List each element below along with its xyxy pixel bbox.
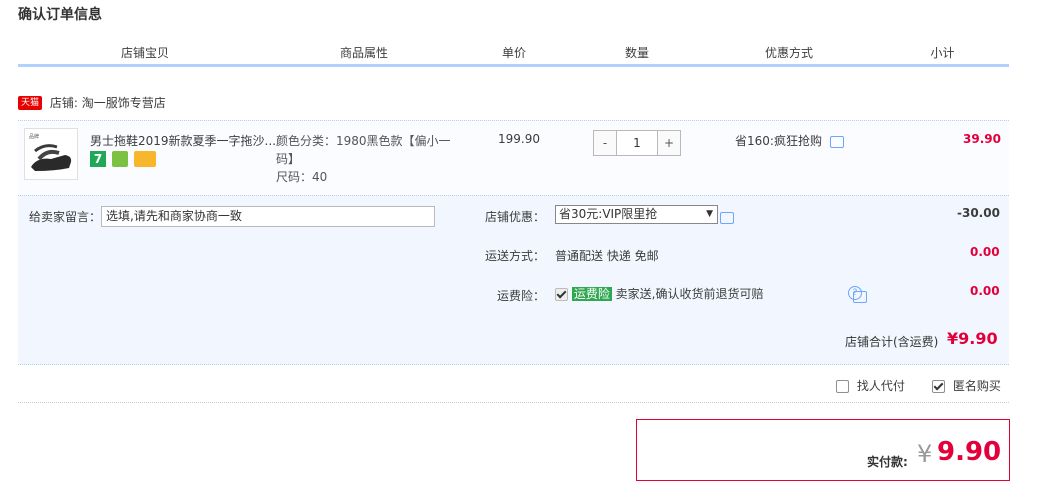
column-header-attrs: 商品属性 xyxy=(339,46,388,60)
proxy-pay-checkbox[interactable] xyxy=(836,380,849,393)
message-label: 给卖家留言： xyxy=(29,210,102,224)
credit-card-icon[interactable] xyxy=(133,151,156,167)
proxy-pay-label: 找人代付 xyxy=(856,379,905,393)
svg-text:品牌: 品牌 xyxy=(29,133,39,140)
chat-icon[interactable] xyxy=(829,135,844,148)
insurance-desc: 卖家送,确认收货前退货可赔 xyxy=(615,287,764,301)
insurance-tag: 运费险 xyxy=(571,287,612,301)
sandal-image-icon: 品牌 xyxy=(29,133,72,171)
shop-total-label: 店铺合计(含运费) xyxy=(845,335,939,349)
payment-amount: 9.90 xyxy=(937,437,1002,467)
anonymous-option[interactable]: 匿名购买 xyxy=(932,377,1001,394)
column-header-discount: 优惠方式 xyxy=(764,46,813,60)
service-badges: 7 xyxy=(90,151,158,167)
item-subtotal: 39.90 xyxy=(963,132,1001,146)
attr-size: 尺码：40 xyxy=(276,170,328,184)
attr-color-cont: 码】 xyxy=(276,152,301,166)
item-title-link[interactable]: 男士拖鞋2019新款夏季一字拖沙... xyxy=(90,132,276,149)
shop-discount-value: 省30元:VIP限里抢 xyxy=(559,207,658,221)
payment-summary-box: 实付款: ¥ 9.90 xyxy=(636,419,1010,481)
shop-total-amount: ¥9.90 xyxy=(947,329,998,348)
seven-day-return-icon[interactable]: 7 xyxy=(90,151,106,167)
chat-icon[interactable] xyxy=(720,211,734,224)
shipping-amount: 0.00 xyxy=(970,245,1000,259)
payment-currency: ¥ xyxy=(917,440,933,468)
shipping-label: 运送方式： xyxy=(485,249,546,263)
dropdown-arrow-icon: ▼ xyxy=(706,209,713,219)
help-icon[interactable]: ? xyxy=(848,286,862,300)
insurance-amount: 0.00 xyxy=(970,284,1000,298)
shop-discount-amount: -30.00 xyxy=(957,206,1000,220)
proxy-pay-option[interactable]: 找人代付 xyxy=(836,377,905,394)
header-underline xyxy=(18,64,1009,67)
column-header-qty: 数量 xyxy=(624,46,649,60)
item-discount-text: 省160:疯狂抢购 xyxy=(735,134,822,148)
tmall-badge: 天猫 xyxy=(18,95,43,110)
item-attributes: 颜色分类：1980黑色款【偏小一 码】 尺码：40 xyxy=(276,132,451,186)
column-header-subtotal: 小计 xyxy=(930,46,955,60)
payment-label: 实付款: xyxy=(867,455,908,469)
qty-plus-button[interactable]: + xyxy=(658,131,680,155)
shop-bar: 天猫 店铺: 淘一服饰专营店 xyxy=(18,94,166,111)
divider xyxy=(18,402,1009,404)
qty-input[interactable]: 1 xyxy=(616,131,658,155)
guarantee-icon[interactable] xyxy=(111,151,128,167)
qty-minus-button[interactable]: - xyxy=(594,131,616,155)
item-unit-price: 199.90 xyxy=(498,132,540,146)
anonymous-checkbox[interactable] xyxy=(932,380,945,393)
shop-name-link[interactable]: 店铺: 淘一服饰专营店 xyxy=(50,96,166,110)
insurance-checkbox[interactable] xyxy=(555,288,568,301)
attr-color: 颜色分类：1980黑色款【偏小一 xyxy=(276,134,451,148)
page-title: 确认订单信息 xyxy=(18,7,102,23)
column-header-price: 单价 xyxy=(501,46,526,60)
product-thumbnail[interactable]: 品牌 xyxy=(24,128,78,180)
quantity-stepper: - 1 + xyxy=(593,130,681,156)
item-discount: 省160:疯狂抢购 xyxy=(735,132,844,149)
insurance-label: 运费险： xyxy=(497,289,546,303)
insurance-option: 运费险 卖家送,确认收货前退货可赔 xyxy=(555,285,764,302)
shipping-value: 普通配送 快递 免邮 xyxy=(555,249,659,263)
shop-discount-label: 店铺优惠： xyxy=(485,210,546,224)
shop-discount-select[interactable]: 省30元:VIP限里抢 ▼ xyxy=(555,205,718,224)
anonymous-label: 匿名购买 xyxy=(952,379,1001,393)
column-header-item: 店铺宝贝 xyxy=(120,46,169,60)
message-input[interactable]: 选填,请先和商家协商一致 xyxy=(101,206,435,227)
